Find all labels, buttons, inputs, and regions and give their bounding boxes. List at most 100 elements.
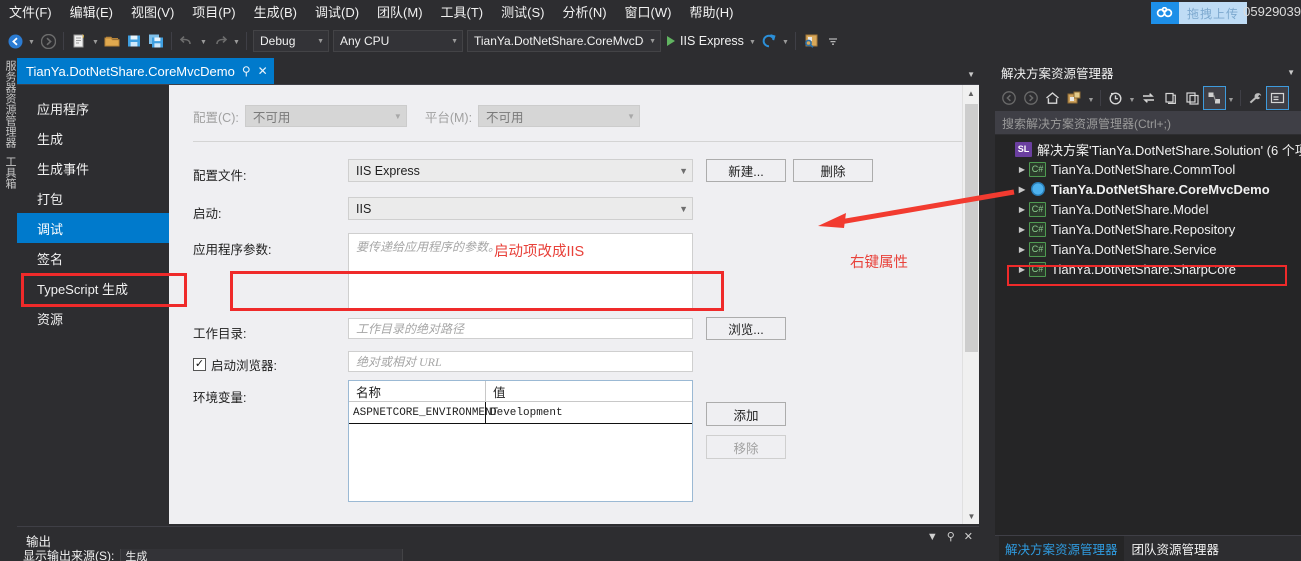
- solution-view-icon[interactable]: [1064, 87, 1085, 109]
- menu-project[interactable]: 项目(P): [183, 2, 244, 24]
- pin-icon[interactable]: ⚲: [947, 530, 955, 543]
- pending-changes-icon[interactable]: [1105, 87, 1126, 109]
- prop-nav-application[interactable]: 应用程序: [17, 93, 169, 123]
- chevron-down-icon[interactable]: ▼: [927, 531, 938, 543]
- undo-dropdown[interactable]: ▼: [198, 30, 209, 52]
- new-project-icon[interactable]: [68, 30, 90, 52]
- open-file-icon[interactable]: [101, 30, 123, 52]
- tree-node-model[interactable]: ▶ C# TianYa.DotNetShare.Model: [995, 199, 1301, 219]
- chevron-up-icon[interactable]: ▲: [963, 85, 979, 102]
- menu-help[interactable]: 帮助(H): [680, 2, 742, 24]
- menu-edit[interactable]: 编辑(E): [61, 2, 122, 24]
- chevron-right-icon[interactable]: ▶: [1015, 245, 1029, 254]
- prop-nav-resources[interactable]: 资源: [17, 303, 169, 333]
- tree-node-solution[interactable]: SL 解决方案'TianYa.DotNetShare.Solution' (6 …: [995, 139, 1301, 159]
- chevron-down-icon[interactable]: ▼: [963, 508, 979, 524]
- navigate-back-icon[interactable]: [4, 30, 26, 52]
- close-icon[interactable]: ✕: [258, 64, 268, 78]
- close-icon[interactable]: ✕: [964, 530, 973, 543]
- scrollbar-thumb[interactable]: [965, 104, 978, 352]
- tree-node-sharpcore[interactable]: ▶ C# TianYa.DotNetShare.SharpCore: [995, 259, 1301, 279]
- launch-browser-url-input[interactable]: 绝对或相对 URL: [348, 351, 693, 372]
- chevron-down-icon[interactable]: ▼: [1226, 87, 1236, 109]
- undo-icon[interactable]: [176, 30, 198, 52]
- preview-selected-items-icon[interactable]: [1266, 85, 1289, 110]
- run-target-dropdown[interactable]: ▼: [747, 30, 758, 52]
- tree-node-commtool[interactable]: ▶ C# TianYa.DotNetShare.CommTool: [995, 159, 1301, 179]
- delete-profile-button[interactable]: 删除: [793, 159, 873, 182]
- back-icon[interactable]: [998, 87, 1019, 109]
- chevron-right-icon[interactable]: ▶: [1015, 205, 1029, 214]
- refresh-icon[interactable]: [758, 30, 780, 52]
- working-directory-label: 工作目录:: [193, 327, 247, 341]
- vertical-tab-toolbox[interactable]: 工具箱: [0, 152, 17, 193]
- start-debugging-button[interactable]: IIS Express: [663, 30, 747, 52]
- chevron-right-icon[interactable]: ▶: [1015, 185, 1029, 194]
- tree-node-repository[interactable]: ▶ C# TianYa.DotNetShare.Repository: [995, 219, 1301, 239]
- launch-browser-checkbox[interactable]: ✓: [193, 358, 206, 371]
- redo-icon[interactable]: [209, 30, 231, 52]
- properties-icon[interactable]: [1245, 87, 1266, 109]
- save-all-icon[interactable]: [145, 30, 167, 52]
- chevron-right-icon[interactable]: ▶: [1015, 225, 1029, 234]
- prop-nav-typescript-build[interactable]: TypeScript 生成: [17, 273, 169, 303]
- prop-nav-package[interactable]: 打包: [17, 183, 169, 213]
- chevron-down-icon[interactable]: ▼: [967, 70, 975, 79]
- drag-upload-badge[interactable]: 拖拽上传: [1150, 2, 1247, 24]
- solution-explorer-search-input[interactable]: 搜索解决方案资源管理器(Ctrl+;): [995, 112, 1301, 135]
- chevron-down-icon[interactable]: ▼: [1127, 87, 1137, 109]
- menu-view[interactable]: 视图(V): [122, 2, 183, 24]
- vertical-tab-server-explorer[interactable]: 服务器资源管理器: [0, 56, 17, 152]
- profile-combo[interactable]: IIS Express ▼: [348, 159, 693, 182]
- tree-node-coremvcdemo[interactable]: ▶ TianYa.DotNetShare.CoreMvcDemo: [995, 179, 1301, 199]
- show-all-files-icon[interactable]: [1203, 85, 1226, 110]
- tab-team-explorer[interactable]: 团队资源管理器: [1126, 536, 1226, 561]
- tab-solution-explorer[interactable]: 解决方案资源管理器: [999, 536, 1124, 561]
- configuration-combo[interactable]: Debug ▼: [253, 30, 329, 52]
- prop-nav-signing[interactable]: 签名: [17, 243, 169, 273]
- tree-node-service[interactable]: ▶ C# TianYa.DotNetShare.Service: [995, 239, 1301, 259]
- launch-combo[interactable]: IIS ▼: [348, 197, 693, 220]
- home-icon[interactable]: [1042, 87, 1063, 109]
- startup-project-combo[interactable]: TianYa.DotNetShare.CoreMvcDe ▼: [467, 30, 661, 52]
- menu-file[interactable]: 文件(F): [0, 2, 61, 24]
- platform-combo[interactable]: Any CPU ▼: [333, 30, 463, 52]
- prop-nav-build[interactable]: 生成: [17, 123, 169, 153]
- refresh-icon[interactable]: [1160, 87, 1181, 109]
- working-directory-input[interactable]: 工作目录的绝对路径: [348, 318, 693, 339]
- new-profile-button[interactable]: 新建...: [706, 159, 786, 182]
- document-tab-coremvcdemo[interactable]: TianYa.DotNetShare.CoreMvcDemo ⚲ ✕: [17, 58, 274, 84]
- environment-variables-grid[interactable]: 名称 值 ASPNETCORE_ENVIRONMENT Development: [348, 380, 693, 502]
- chevron-down-icon[interactable]: ▼: [1287, 68, 1295, 77]
- add-env-var-button[interactable]: 添加: [706, 402, 786, 426]
- find-in-files-icon[interactable]: [800, 30, 822, 52]
- refresh-dropdown[interactable]: ▼: [780, 30, 791, 52]
- new-project-dropdown[interactable]: ▼: [90, 30, 101, 52]
- menu-debug[interactable]: 调试(D): [306, 2, 368, 24]
- chevron-right-icon[interactable]: ▶: [1015, 265, 1029, 274]
- navigate-back-dropdown[interactable]: ▼: [26, 30, 37, 52]
- chevron-down-icon[interactable]: ▼: [1086, 87, 1096, 109]
- table-row[interactable]: ASPNETCORE_ENVIRONMENT Development: [349, 402, 692, 424]
- chevron-right-icon[interactable]: ▶: [1015, 165, 1029, 174]
- properties-vertical-scrollbar[interactable]: ▲ ▼: [962, 85, 979, 524]
- output-source-combo[interactable]: 生成: [120, 549, 404, 561]
- menu-tools[interactable]: 工具(T): [432, 2, 493, 24]
- menu-test[interactable]: 测试(S): [492, 2, 553, 24]
- collapse-all-icon[interactable]: [1182, 87, 1203, 109]
- prop-nav-debug[interactable]: 调试: [17, 213, 169, 243]
- menu-window[interactable]: 窗口(W): [616, 2, 681, 24]
- browse-button[interactable]: 浏览...: [706, 317, 786, 340]
- menu-build[interactable]: 生成(B): [245, 2, 306, 24]
- overflow-icon[interactable]: [822, 30, 844, 52]
- redo-dropdown[interactable]: ▼: [231, 30, 242, 52]
- save-icon[interactable]: [123, 30, 145, 52]
- prop-nav-build-events[interactable]: 生成事件: [17, 153, 169, 183]
- forward-icon[interactable]: [1020, 87, 1041, 109]
- add-label: 添加: [733, 408, 759, 423]
- pin-icon[interactable]: ⚲: [242, 64, 251, 78]
- menu-team[interactable]: 团队(M): [368, 2, 432, 24]
- navigate-forward-icon[interactable]: [37, 30, 59, 52]
- sync-with-active-document-icon[interactable]: [1138, 87, 1159, 109]
- menu-analyze[interactable]: 分析(N): [553, 2, 615, 24]
